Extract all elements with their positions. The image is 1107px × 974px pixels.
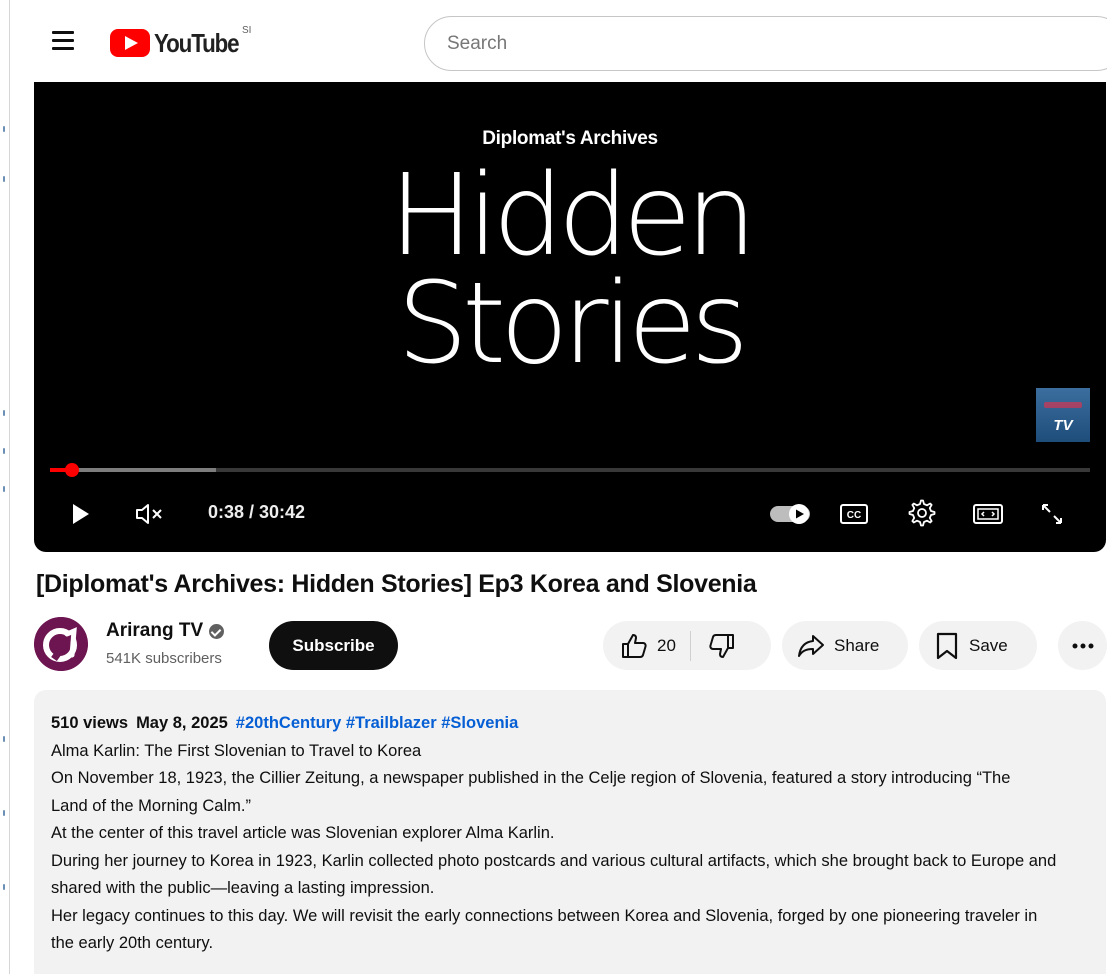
share-button[interactable]: Share [782,621,908,670]
description-line: At the center of this travel article was… [51,824,555,842]
video-title: [Diplomat's Archives: Hidden Stories] Ep… [36,570,757,598]
volume-muted-icon [136,504,162,524]
play-icon [73,504,89,524]
hashtag-link[interactable]: #20thCentury [236,714,341,732]
upload-date: May 8, 2025 [136,714,228,732]
thumbs-up-icon [622,633,647,658]
thumbs-down-icon [709,633,734,658]
search-input[interactable] [424,16,1107,71]
share-icon [798,634,824,657]
hashtag-link[interactable]: #Slovenia [441,714,518,732]
masthead: YouTube SI [10,0,1107,84]
video-brand-title: Hidden Stories [34,151,1106,389]
video-brand-title-line2: Stories [397,259,749,389]
description-line: On November 18, 1923, the Cillier Zeitun… [51,769,1011,815]
description-box[interactable]: 510 views May 8, 2025 #20thCentury #Trailb… [34,690,1106,974]
hashtag-link[interactable]: #Trailblazer [346,714,437,732]
captions-button[interactable]: CC [836,496,872,532]
more-horizontal-icon [1072,643,1093,648]
subscribe-button[interactable]: Subscribe [269,621,398,670]
bookmark-icon [936,632,958,659]
logo-text: YouTube [154,27,240,58]
youtube-play-logo-icon [110,29,150,57]
video-player[interactable]: Diplomat's Archives Hidden Stories TV 0:… [34,82,1106,552]
settings-button[interactable] [904,496,940,532]
captions-icon: CC [840,504,868,524]
save-button[interactable]: Save [919,621,1037,670]
youtube-logo[interactable]: YouTube SI [110,25,252,60]
logo-region-code: SI [242,25,252,36]
channel-name[interactable]: Arirang TV [106,620,225,642]
theater-mode-icon [973,504,1003,524]
description-line: Her legacy continues to this day. We wil… [51,906,1038,953]
video-brand-subtitle: Diplomat's Archives [482,128,658,149]
description-meta: 510 views May 8, 2025 #20thCentury #Trailb… [51,710,1106,738]
progress-bar[interactable] [50,463,1090,477]
mute-button[interactable] [130,496,170,532]
gear-icon [908,499,936,527]
save-label: Save [969,635,1008,655]
fullscreen-icon [1042,504,1062,524]
verified-badge-icon [209,623,225,639]
description-line: During her journey to Korea in 1923, Kar… [51,851,1057,898]
channel-avatar[interactable] [34,617,88,671]
more-actions-button[interactable] [1058,621,1107,670]
like-button[interactable]: 20 [603,621,690,670]
progress-scrubber[interactable] [64,463,79,477]
watermark-text: TV [1053,417,1073,434]
like-dislike-group: 20 [603,621,771,670]
subscriber-count: 541K subscribers [106,650,222,667]
fullscreen-button[interactable] [1032,496,1072,532]
play-button[interactable] [62,496,98,532]
menu-icon[interactable] [50,28,76,54]
window-left-edge [0,0,10,974]
arirang-logo-icon [34,617,88,671]
video-brand-title-line1: Hidden [389,151,756,281]
share-label: Share [834,635,880,655]
like-count: 20 [657,635,676,655]
autoplay-toggle-icon [770,504,810,524]
channel-watermark[interactable]: TV [1036,388,1090,442]
dislike-button[interactable] [691,621,753,670]
time-display: 0:38 / 30:42 [208,502,306,522]
theater-mode-button[interactable] [968,496,1008,532]
view-count: 510 views [51,714,129,732]
channel-name-text[interactable]: Arirang TV [106,620,203,642]
autoplay-toggle[interactable] [768,496,812,532]
svg-text:CC: CC [847,510,861,521]
description-line: Alma Karlin: The First Slovenian to Trav… [51,741,422,760]
